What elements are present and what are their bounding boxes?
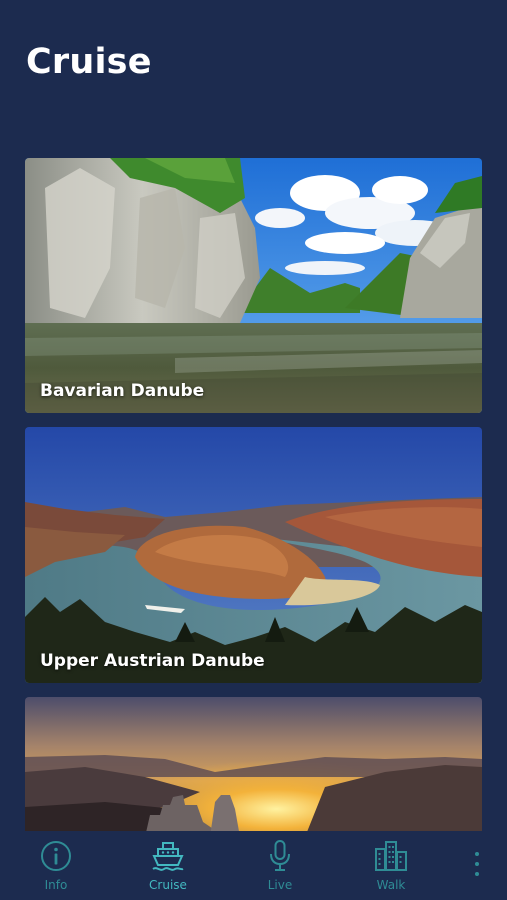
more-vertical-icon [475, 852, 479, 876]
nav-item-info[interactable]: Info [11, 839, 101, 895]
ship-icon [152, 842, 184, 871]
page-title: Cruise [26, 42, 152, 82]
nav-label-cruise: Cruise [149, 878, 187, 892]
nav-label-live: Live [267, 878, 293, 892]
microphone-icon [270, 840, 290, 871]
route-card-bavarian-danube[interactable]: Bavarian Danube [25, 158, 482, 413]
more-button[interactable] [466, 849, 488, 879]
card-title: Upper Austrian Danube [40, 651, 265, 671]
route-card-upper-austrian-danube[interactable]: Upper Austrian Danube [25, 427, 482, 683]
bottom-nav: Info Cruise Live Walk [0, 831, 507, 900]
info-icon [41, 841, 71, 871]
card-title: Bavarian Danube [40, 381, 205, 401]
cruise-screen: Cruise Bavarian Danube Upper Austrian Da… [0, 0, 507, 900]
sunset-valley-image [25, 697, 482, 837]
nav-label-info: Info [44, 878, 68, 892]
nav-item-walk[interactable]: Walk [346, 839, 436, 895]
city-buildings-icon [375, 841, 407, 871]
bavarian-danube-image [25, 158, 482, 413]
nav-item-cruise[interactable]: Cruise [123, 839, 213, 895]
nav-item-live[interactable]: Live [235, 839, 325, 895]
nav-label-walk: Walk [376, 878, 406, 892]
upper-austrian-danube-image [25, 427, 482, 683]
route-card-3[interactable] [25, 697, 482, 837]
